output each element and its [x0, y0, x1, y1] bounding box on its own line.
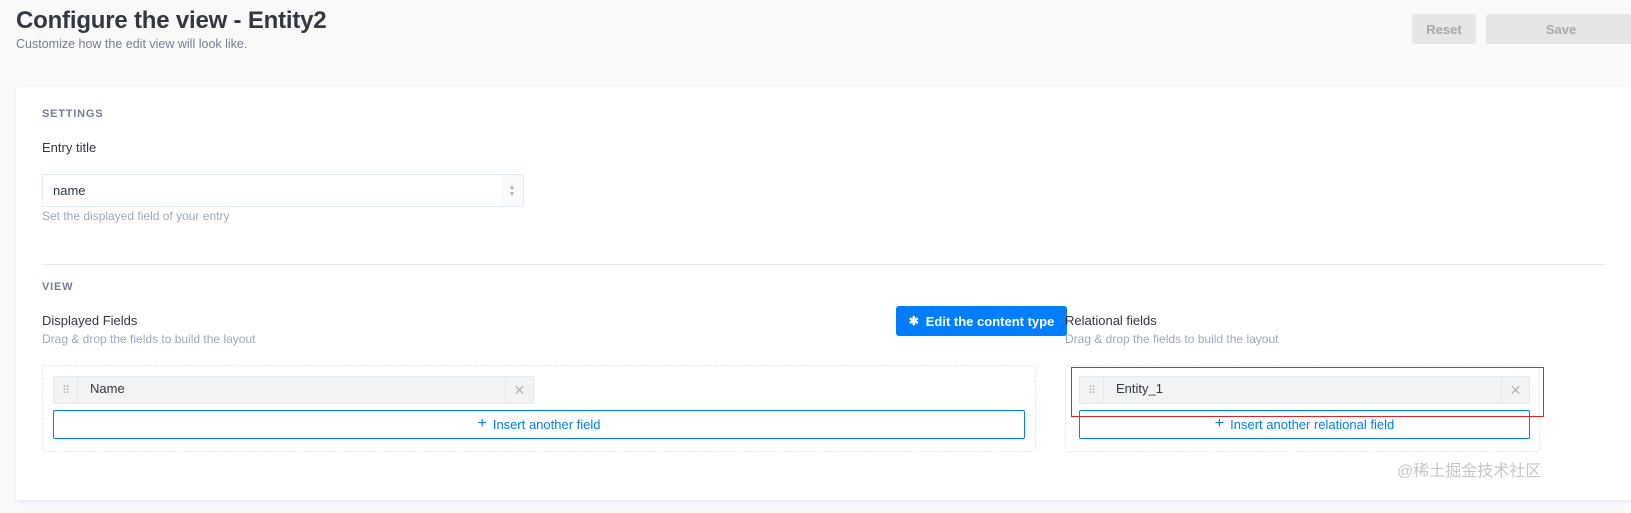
settings-section-label: SETTINGS: [42, 108, 104, 120]
header-actions: Reset Save: [1412, 14, 1631, 44]
gear-icon: ✱: [908, 314, 919, 328]
insert-field-button[interactable]: + Insert another field: [53, 410, 1025, 439]
plus-icon: +: [477, 414, 487, 432]
select-arrows-icon: ▲ ▼: [501, 175, 523, 206]
save-button[interactable]: Save: [1486, 14, 1631, 44]
relational-fields-label: Relational fields: [1065, 313, 1157, 328]
view-section-label: VIEW: [42, 281, 74, 293]
section-divider: [42, 264, 1605, 265]
relational-fields-hint: Drag & drop the fields to build the layo…: [1065, 332, 1279, 346]
watermark: @稀土掘金技术社区: [1397, 463, 1542, 480]
page-header: Configure the view - Entity2 Customize h…: [16, 6, 327, 51]
edit-content-type-button[interactable]: ✱ Edit the content type: [896, 306, 1067, 336]
plus-icon: +: [1214, 414, 1225, 432]
displayed-field-name: Name: [90, 380, 125, 396]
remove-icon[interactable]: ✕: [505, 377, 533, 403]
page-subtitle: Customize how the edit view will look li…: [16, 37, 248, 51]
insert-relational-field-label: Insert another relational field: [1230, 417, 1395, 432]
entry-title-value: name: [53, 183, 86, 198]
drag-handle-icon[interactable]: ⠿: [1080, 377, 1104, 403]
insert-field-label: Insert another field: [492, 417, 601, 432]
insert-relational-field-button[interactable]: + Insert another relational field: [1079, 410, 1530, 439]
drag-handle-icon[interactable]: ⠿: [54, 377, 78, 403]
entry-title-select[interactable]: name ▲ ▼: [42, 174, 524, 207]
entry-title-hint: Set the displayed field of your entry: [42, 209, 230, 223]
edit-content-type-label: Edit the content type: [925, 313, 1055, 329]
reset-button[interactable]: Reset: [1412, 14, 1476, 44]
configure-view-card: SETTINGS Entry title name ▲ ▼ Set the dis…: [16, 87, 1631, 500]
remove-icon[interactable]: ✕: [1501, 377, 1529, 403]
displayed-field-item[interactable]: ⠿ Name ✕: [53, 376, 534, 404]
relational-field-name: Entity_1: [1116, 380, 1163, 396]
page-title: Configure the view - Entity2: [16, 7, 327, 34]
displayed-fields-label: Displayed Fields: [42, 313, 138, 328]
relational-field-item[interactable]: ⠿ Entity_1 ✕: [1079, 376, 1530, 404]
entry-title-label: Entry title: [42, 140, 97, 155]
displayed-fields-hint: Drag & drop the fields to build the layo…: [42, 332, 256, 346]
